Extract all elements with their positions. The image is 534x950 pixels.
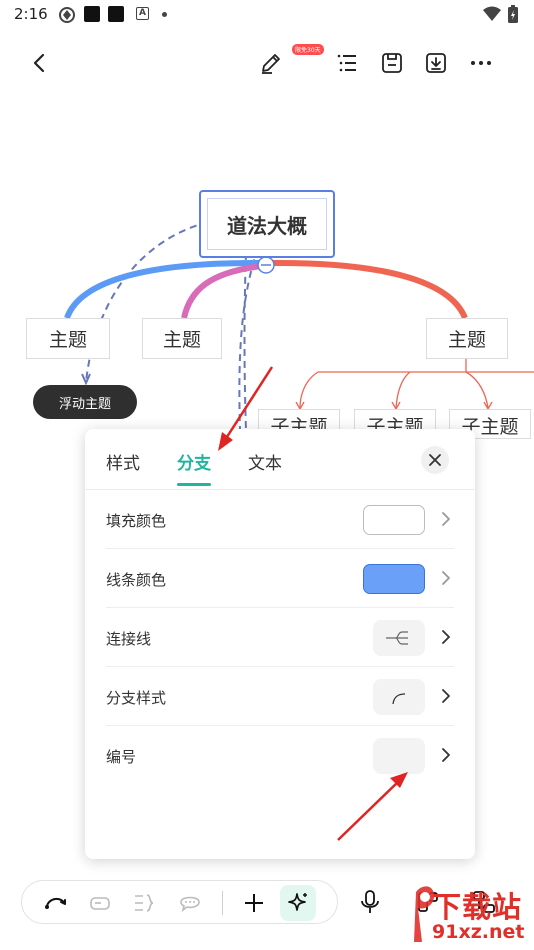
ai-button[interactable] <box>280 885 316 921</box>
ai-sparkle-icon <box>288 893 307 911</box>
annotation-arrowhead <box>218 432 233 451</box>
watermark-text: 下载站 <box>432 890 523 924</box>
summary-icon <box>135 894 154 912</box>
comment-button[interactable] <box>176 889 204 917</box>
add-icon <box>245 894 263 912</box>
undo-icon <box>45 898 66 909</box>
undo-button[interactable] <box>42 889 70 917</box>
voice-button[interactable] <box>356 888 384 916</box>
bottom-toolbar <box>21 880 338 924</box>
comment-icon <box>180 896 200 912</box>
topic-icon <box>90 897 110 910</box>
microphone-icon <box>361 890 379 913</box>
annotation-arrow-numbering <box>337 779 401 841</box>
annotation-arrow-tab <box>223 366 274 441</box>
topic-button[interactable] <box>86 889 114 917</box>
summary-button[interactable] <box>130 889 158 917</box>
watermark-url: 91xz.net <box>432 921 525 943</box>
annotation-overlay <box>218 366 408 841</box>
add-button[interactable] <box>240 889 268 917</box>
